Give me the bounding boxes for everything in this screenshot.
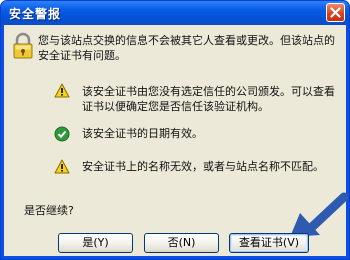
intro-message: 您与该站点交换的信息不会被其它人查看或更改。但该站点的安全证书有问题。 xyxy=(38,34,335,62)
warning-icon xyxy=(54,83,70,101)
window-title: 安全警报 xyxy=(9,7,62,21)
lock-icon xyxy=(12,32,34,63)
view-certificate-button[interactable]: 查看证书(V) xyxy=(229,233,309,253)
dialog-body: 您与该站点交换的信息不会被其它人查看或更改。但该站点的安全证书有问题。 该安全证… xyxy=(4,25,349,256)
warning-icon xyxy=(54,159,70,177)
security-alert-dialog: 安全警报 您与该站点交换的信息不会被其它人查看或更改。但该站点的安全证书有问题。 xyxy=(0,0,350,260)
check-icon xyxy=(54,126,70,145)
title-bar[interactable]: 安全警报 xyxy=(1,1,349,25)
certificate-date-message: 该安全证书的日期有效。 xyxy=(82,127,203,140)
continue-prompt: 是否继续? xyxy=(24,204,74,217)
no-button[interactable]: 否(N) xyxy=(144,233,219,253)
certificate-name-message: 安全证书上的名称无效，或者与站点名称不匹配。 xyxy=(82,160,324,173)
close-icon xyxy=(330,7,341,18)
yes-button[interactable]: 是(Y) xyxy=(58,233,133,253)
close-button[interactable] xyxy=(326,3,345,22)
certificate-issuer-message: 该安全证书由您没有选定信任的公司颁发。可以查看证书以便确定您是否信任该验证机构。 xyxy=(82,85,335,113)
